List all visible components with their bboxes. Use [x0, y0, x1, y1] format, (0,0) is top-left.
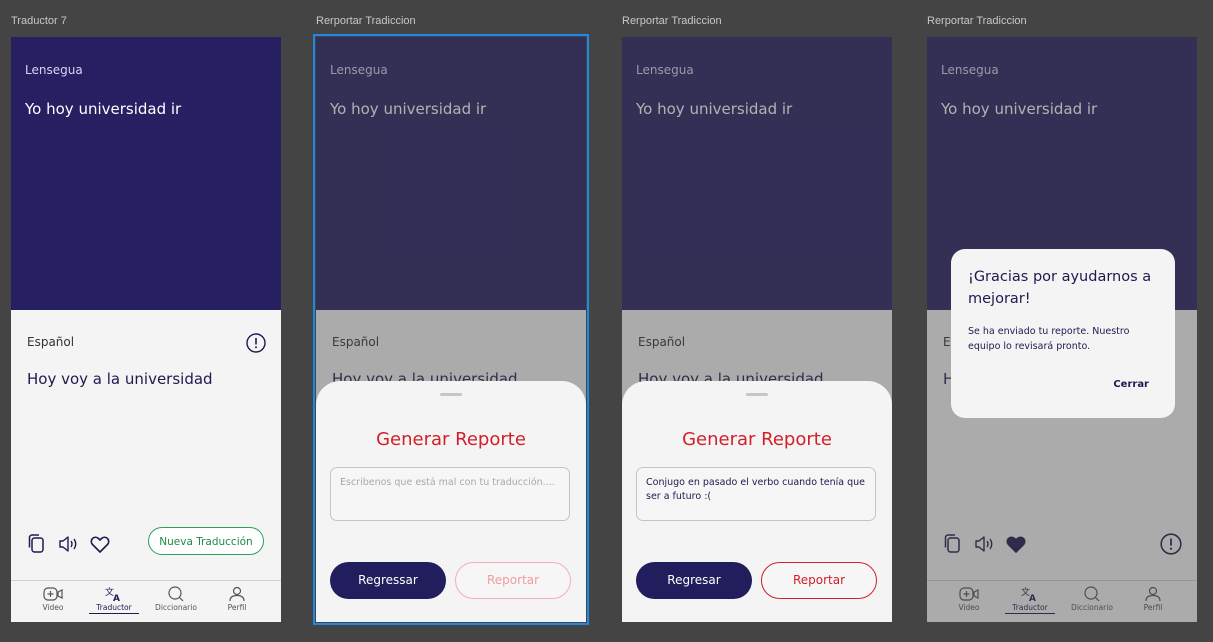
sheet-title: Generar Reporte: [682, 429, 832, 450]
frame-label: Rerportar Tradiccion: [927, 15, 1027, 27]
report-screen-empty: Lensegua Yo hoy universidad ir Español H…: [313, 34, 589, 625]
bottom-nav: Video 文 A Traductor Diccionario Perfil: [11, 580, 281, 622]
search-icon: [168, 586, 184, 602]
nav-item-diccionario[interactable]: Diccionario: [151, 581, 201, 612]
heart-outline-icon[interactable]: [88, 532, 112, 556]
report-confirmation-screen: Lensegua Yo hoy universidad ir Español H…: [927, 37, 1197, 622]
back-button[interactable]: Regressar: [330, 562, 446, 599]
report-sheet: Generar Reporte Escribenos que está mal …: [316, 381, 586, 622]
nav-label-traductor: Traductor: [89, 603, 139, 614]
target-language: Español: [27, 335, 75, 349]
svg-text:A: A: [113, 594, 120, 602]
frame-label: Traductor 7: [11, 15, 67, 27]
sheet-drag-handle[interactable]: [746, 393, 768, 396]
source-text: Yo hoy universidad ir: [25, 100, 182, 118]
nav-label-perfil: Perfil: [227, 603, 247, 612]
source-language: Lensegua: [25, 63, 83, 77]
nav-item-perfil[interactable]: Perfil: [212, 581, 262, 612]
dialog-message: Se ha enviado tu reporte. Nuestro equipo…: [968, 326, 1130, 353]
submit-report-button[interactable]: Reportar: [455, 562, 571, 599]
frame-label: Rerportar Tradiccion: [316, 15, 416, 27]
speaker-icon[interactable]: [56, 532, 80, 556]
user-icon: [229, 586, 245, 602]
nav-label-video: Video: [42, 603, 64, 612]
sheet-drag-handle[interactable]: [440, 393, 462, 396]
nav-label-diccionario: Diccionario: [155, 603, 197, 612]
translate-icon: 文 A: [105, 586, 120, 602]
copy-icon[interactable]: [25, 532, 49, 556]
target-panel: Español Hoy voy a la universidad: [11, 310, 281, 622]
confirmation-dialog: ¡Gracias por ayudarnos a mejorar! Se ha …: [951, 249, 1175, 418]
nav-item-video[interactable]: Video: [28, 581, 78, 612]
translator-screen: Lensegua Yo hoy universidad ir Español H…: [11, 37, 281, 622]
sheet-title: Generar Reporte: [376, 429, 526, 450]
action-bar: Nueva Traducción: [11, 527, 281, 563]
submit-report-button[interactable]: Reportar: [761, 562, 877, 599]
back-button[interactable]: Regresar: [636, 562, 752, 599]
translated-text: Hoy voy a la universidad: [27, 370, 213, 388]
nav-item-traductor[interactable]: 文 A Traductor: [89, 581, 139, 614]
report-input[interactable]: Conjugo en pasado el verbo cuando tenía …: [636, 467, 876, 521]
new-translation-button[interactable]: Nueva Traducción: [148, 527, 264, 555]
report-input[interactable]: Escribenos que está mal con tu traducció…: [330, 467, 570, 521]
video-plus-icon: [43, 587, 63, 601]
source-panel: Lensegua Yo hoy universidad ir: [11, 37, 281, 310]
report-alert-icon[interactable]: [245, 332, 267, 354]
frame-label: Rerportar Tradiccion: [622, 15, 722, 27]
report-screen-filled: Lensegua Yo hoy universidad ir Español H…: [622, 37, 892, 622]
report-sheet: Generar Reporte Conjugo en pasado el ver…: [622, 381, 892, 622]
close-dialog-button[interactable]: Cerrar: [1113, 379, 1149, 390]
dialog-title: ¡Gracias por ayudarnos a mejorar!: [968, 269, 1152, 308]
